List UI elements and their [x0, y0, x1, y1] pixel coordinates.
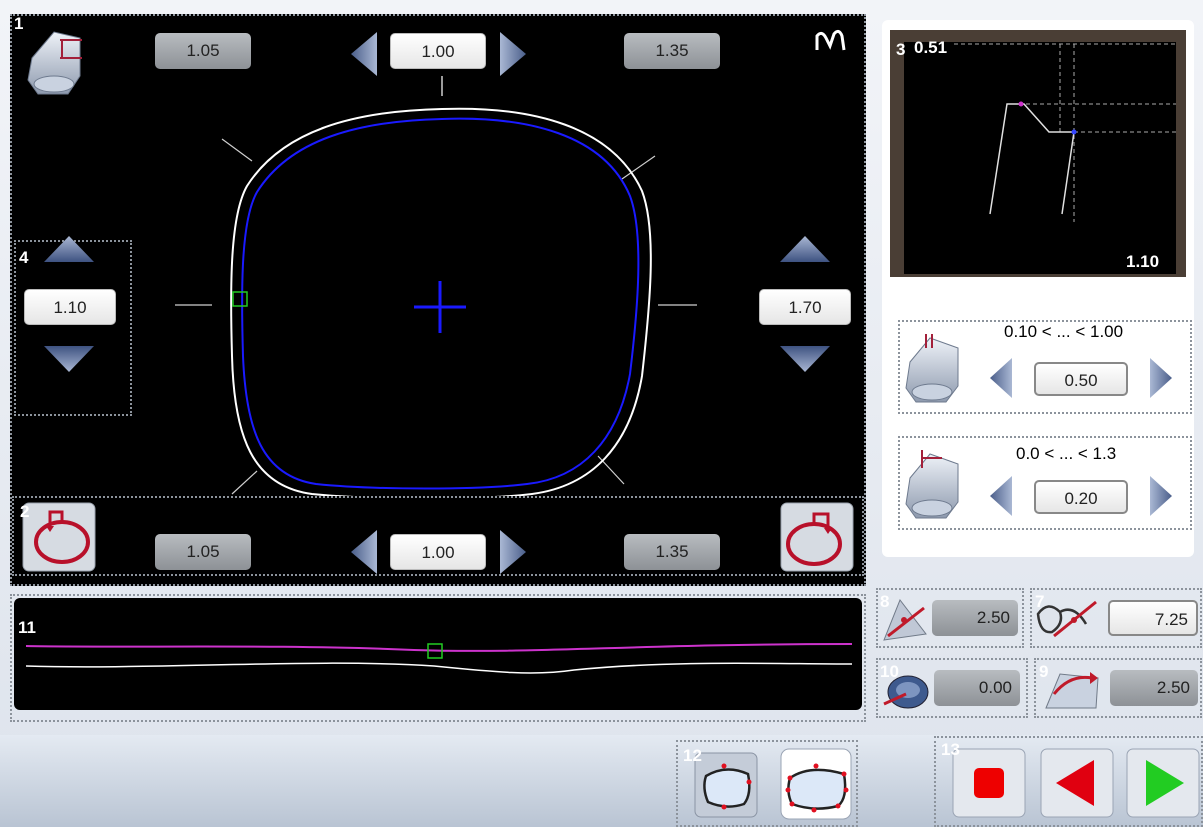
shape-points-button[interactable]	[780, 748, 852, 820]
top-increase-button[interactable]	[496, 30, 530, 78]
panel-number-6: 6	[903, 442, 913, 461]
profile-view	[904, 42, 1176, 274]
bottom-increase-button[interactable]	[496, 528, 530, 576]
top-left-value: 1.05	[155, 33, 251, 69]
panel-number-7: 7	[1035, 592, 1045, 611]
right-value: 1.70	[759, 289, 851, 325]
panel6-increase-button[interactable]	[1146, 474, 1176, 518]
panel8-value: 2.50	[932, 600, 1018, 636]
rotate-right-lens-icon[interactable]	[780, 502, 854, 572]
back-button[interactable]	[1040, 748, 1114, 818]
top-decrease-button[interactable]	[347, 30, 381, 78]
panel9-value: 2.50	[1110, 670, 1198, 706]
panel6-value: 0.20	[1034, 480, 1128, 514]
panel5-decrease-button[interactable]	[986, 356, 1016, 400]
forward-button[interactable]	[1126, 748, 1200, 818]
left-up-button[interactable]	[40, 232, 98, 266]
panel-number-8: 8	[880, 592, 890, 611]
panel-number-5: 5	[903, 326, 913, 345]
panel5-increase-button[interactable]	[1146, 356, 1176, 400]
stop-button[interactable]	[952, 748, 1026, 818]
panel-number-3: 3	[896, 40, 906, 59]
panel-number-10: 10	[880, 662, 899, 681]
panel5-value: 0.50	[1034, 362, 1128, 396]
profile-bottom-value: 1.10	[1126, 252, 1160, 271]
rotate-left-lens-icon[interactable]	[22, 502, 96, 572]
glasses-curve-icon	[1036, 600, 1097, 638]
left-down-button[interactable]	[40, 342, 98, 376]
panel10-value: 0.00	[934, 670, 1020, 706]
panel-number-13: 13	[941, 740, 960, 759]
panel6-range: 0.0 < ... < 1.3	[1016, 444, 1117, 463]
left-adjust-panel	[14, 240, 132, 416]
panel6-decrease-button[interactable]	[986, 474, 1016, 518]
lens-canvas[interactable]	[12, 16, 864, 496]
panel7-value: 7.25	[1108, 600, 1198, 636]
panel-number-9: 9	[1039, 662, 1049, 681]
top-center-value: 1.00	[390, 33, 486, 69]
bottom-center-value: 1.00	[390, 534, 486, 570]
shape-edit-button[interactable]	[694, 752, 758, 818]
panel-number-1: 1	[14, 14, 24, 33]
panel-number-4: 4	[19, 248, 29, 267]
mountain-icon[interactable]	[814, 28, 850, 54]
left-value: 1.10	[24, 289, 116, 325]
position-marker	[232, 291, 248, 307]
right-down-button[interactable]	[776, 342, 834, 376]
right-up-button[interactable]	[776, 232, 834, 266]
panel-number-12: 12	[683, 746, 702, 765]
top-right-value: 1.35	[624, 33, 720, 69]
profile-top-value: 0.51	[914, 38, 948, 57]
panel5-range: 0.10 < ... < 1.00	[1004, 322, 1124, 341]
bottom-decrease-button[interactable]	[347, 528, 381, 576]
bottom-right-value: 1.35	[624, 534, 720, 570]
bottom-left-value: 1.05	[155, 534, 251, 570]
wheel-angle-icon	[1045, 672, 1099, 709]
bevel-profile-graph	[25, 643, 853, 674]
panel-number-2: 2	[20, 502, 30, 521]
grinding-wheel-icon[interactable]	[24, 28, 86, 100]
panel-number-11: 11	[18, 618, 36, 637]
